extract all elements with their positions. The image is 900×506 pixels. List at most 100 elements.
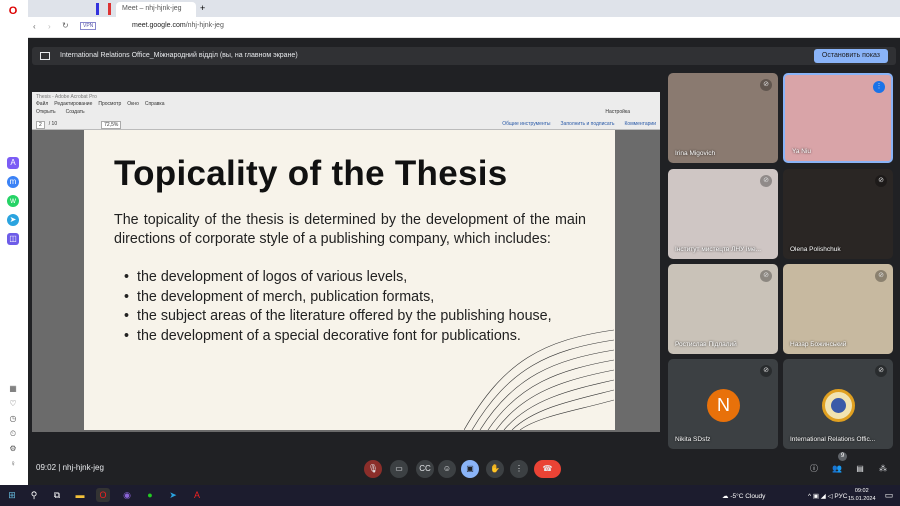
language: РУС [834, 493, 848, 500]
emoji-button[interactable]: ☺ [438, 460, 456, 478]
chat-icon[interactable]: ▤ [851, 460, 869, 478]
acrobat-taskbar-icon[interactable]: A [190, 488, 204, 502]
tab-title: Meet – nhj-hjnk-jeg [122, 5, 182, 12]
acrobat-toolbar: Thesis - Adobe Acrobat Pro Файл Редактиро… [32, 92, 660, 130]
page-number-field[interactable]: 2 [36, 121, 45, 129]
slide: Topicality of the Thesis The topicality … [84, 130, 615, 430]
whatsapp-icon[interactable]: w [7, 195, 19, 207]
info-icon[interactable]: ⓘ [805, 460, 823, 478]
viber-icon[interactable]: ◉ [120, 488, 134, 502]
wechat-icon[interactable]: ● [143, 488, 157, 502]
opera-logo-icon[interactable]: O [7, 5, 19, 17]
shared-screen: Thesis - Adobe Acrobat Pro Файл Редактиро… [32, 92, 660, 432]
clock[interactable]: 09:02 15.01.2024 [848, 487, 876, 503]
menu-item[interactable]: Окно [127, 101, 139, 107]
mic-off-icon: ⊘ [875, 175, 887, 187]
telegram-taskbar-icon[interactable]: ➤ [166, 488, 180, 502]
mic-toggle-button[interactable]: 🎙 [364, 460, 382, 478]
comments-link[interactable]: Комментарии [625, 121, 657, 127]
aria-icon[interactable]: A [7, 157, 19, 169]
mic-off-icon: ⊘ [875, 270, 887, 282]
start-icon[interactable]: ⊞ [5, 488, 19, 502]
participant-tile[interactable]: ⊘ Olena Polishchuk [783, 169, 893, 259]
reload-icon[interactable]: ↻ [62, 21, 69, 30]
participant-tile[interactable]: ⊘ International Relations Offic... [783, 359, 893, 449]
present-button[interactable]: ▣ [461, 460, 479, 478]
instagram-icon[interactable]: ◫ [7, 233, 19, 245]
speed-dial-icon[interactable]: ▦ [7, 383, 19, 395]
tools-link[interactable]: Общие инструменты [502, 121, 550, 127]
participant-name: Інститут мистецтв ЛНУ іме... [675, 246, 762, 253]
participant-tile[interactable]: ⊘ Інститут мистецтв ЛНУ іме... [668, 169, 778, 259]
weather[interactable]: ☁ -5°C Cloudy [722, 492, 765, 500]
opera-taskbar-icon[interactable]: O [96, 488, 110, 502]
menu-item[interactable]: Редактирование [54, 101, 92, 107]
participant-tile[interactable]: ⊘ N Nikita SDsfz [668, 359, 778, 449]
raise-hand-button[interactable]: ✋ [486, 460, 504, 478]
present-icon [40, 52, 50, 60]
windows-taskbar: ⊞ ⚲ ⧉ ▬ O ◉ ● ➤ A ☁ -5°C Cloudy ^ ▣ ◢ ◁ … [0, 485, 900, 506]
meeting-time: 09:02 [36, 463, 57, 472]
telegram-icon[interactable]: ➤ [7, 214, 19, 226]
decorative-lines [464, 329, 614, 430]
opera-sidebar: O A m w ➤ ◫ ▦ ♡ ◷ ⏲ ⚙ ♀ [0, 0, 28, 485]
task-view-icon[interactable]: ⧉ [50, 488, 64, 502]
new-tab-icon[interactable]: + [200, 3, 205, 13]
vpn-badge[interactable]: VPN [80, 22, 97, 30]
menu-item[interactable]: Файл [36, 101, 48, 107]
lightbulb-icon[interactable]: ♀ [7, 458, 19, 470]
bullet: the development of logos of various leve… [124, 268, 552, 288]
tab-group-indicator [108, 3, 111, 15]
captions-button[interactable]: CC [416, 460, 434, 478]
activities-icon[interactable]: ⁂ [874, 460, 892, 478]
more-options-button[interactable]: ⋮ [510, 460, 528, 478]
acrobat-title: Thesis - Adobe Acrobat Pro [36, 94, 97, 100]
participant-name: Ya Niu [792, 148, 812, 155]
tab-bar: Meet – nhj-hjnk-jeg + [28, 0, 900, 17]
camera-toggle-button[interactable]: ▭ [390, 460, 408, 478]
meeting-code: nhj-hjnk-jeg [62, 463, 104, 472]
menu-item[interactable]: Просмотр [98, 101, 121, 107]
create-button[interactable]: Создать [66, 109, 85, 115]
fill-sign-link[interactable]: Заполнить и подписать [561, 121, 615, 127]
avatar: N [707, 389, 740, 422]
page-count: / 10 [48, 121, 58, 127]
mic-off-icon: ⊘ [760, 365, 772, 377]
leave-call-button[interactable]: ☎ [534, 460, 561, 478]
bullet: the development of merch, publication fo… [124, 288, 552, 308]
mic-off-icon: ⊘ [760, 175, 772, 187]
zoom-field[interactable]: 72,5% [101, 121, 122, 129]
url-field[interactable]: meet.google.com/nhj-hjnk-jeg [132, 22, 224, 29]
acrobat-menu: Файл Редактирование Просмотр Окно Справка [36, 101, 164, 107]
mic-off-icon: ⊘ [760, 270, 772, 282]
notifications-icon[interactable]: ▭ [882, 488, 896, 502]
heart-icon[interactable]: ♡ [7, 398, 19, 410]
open-button[interactable]: Открыть [36, 109, 56, 115]
tab-group-indicator [96, 3, 99, 15]
settings-icon[interactable]: ⚙ [7, 443, 19, 455]
clock-icon[interactable]: ⏲ [7, 428, 19, 440]
file-explorer-icon[interactable]: ▬ [73, 488, 87, 502]
menu-item[interactable]: Справка [145, 101, 165, 107]
participant-tile[interactable]: ⊘ Irina Migovich [668, 73, 778, 163]
participant-tile[interactable]: ⊘ Назар Божинський [783, 264, 893, 354]
participant-tile-speaking[interactable]: ⋮ Ya Niu [783, 73, 893, 163]
tab-meet[interactable]: Meet – nhj-hjnk-jeg [116, 2, 196, 17]
slide-intro: The topicality of the thesis is determin… [114, 212, 586, 247]
forward-icon[interactable]: › [48, 22, 51, 31]
participant-name: Ростислав Підлалий [675, 341, 737, 348]
messenger-icon[interactable]: m [7, 176, 19, 188]
slide-title: Topicality of the Thesis [114, 154, 508, 193]
history-icon[interactable]: ◷ [7, 413, 19, 425]
back-icon[interactable]: ‹ [33, 22, 36, 31]
customize-button[interactable]: Настройка [605, 109, 630, 115]
participant-name: Nikita SDsfz [675, 436, 711, 443]
stop-presenting-button[interactable]: Остановить показ [813, 49, 888, 63]
search-icon[interactable]: ⚲ [27, 488, 41, 502]
participant-name: Irina Migovich [675, 150, 716, 157]
mic-off-icon: ⊘ [875, 365, 887, 377]
people-icon[interactable]: 👥 [828, 460, 846, 478]
participant-tile[interactable]: ⊘ Ростислав Підлалий [668, 264, 778, 354]
tray-icons[interactable]: ^ ▣ ◢ ◁ РУС [808, 492, 847, 500]
university-logo [822, 389, 855, 422]
